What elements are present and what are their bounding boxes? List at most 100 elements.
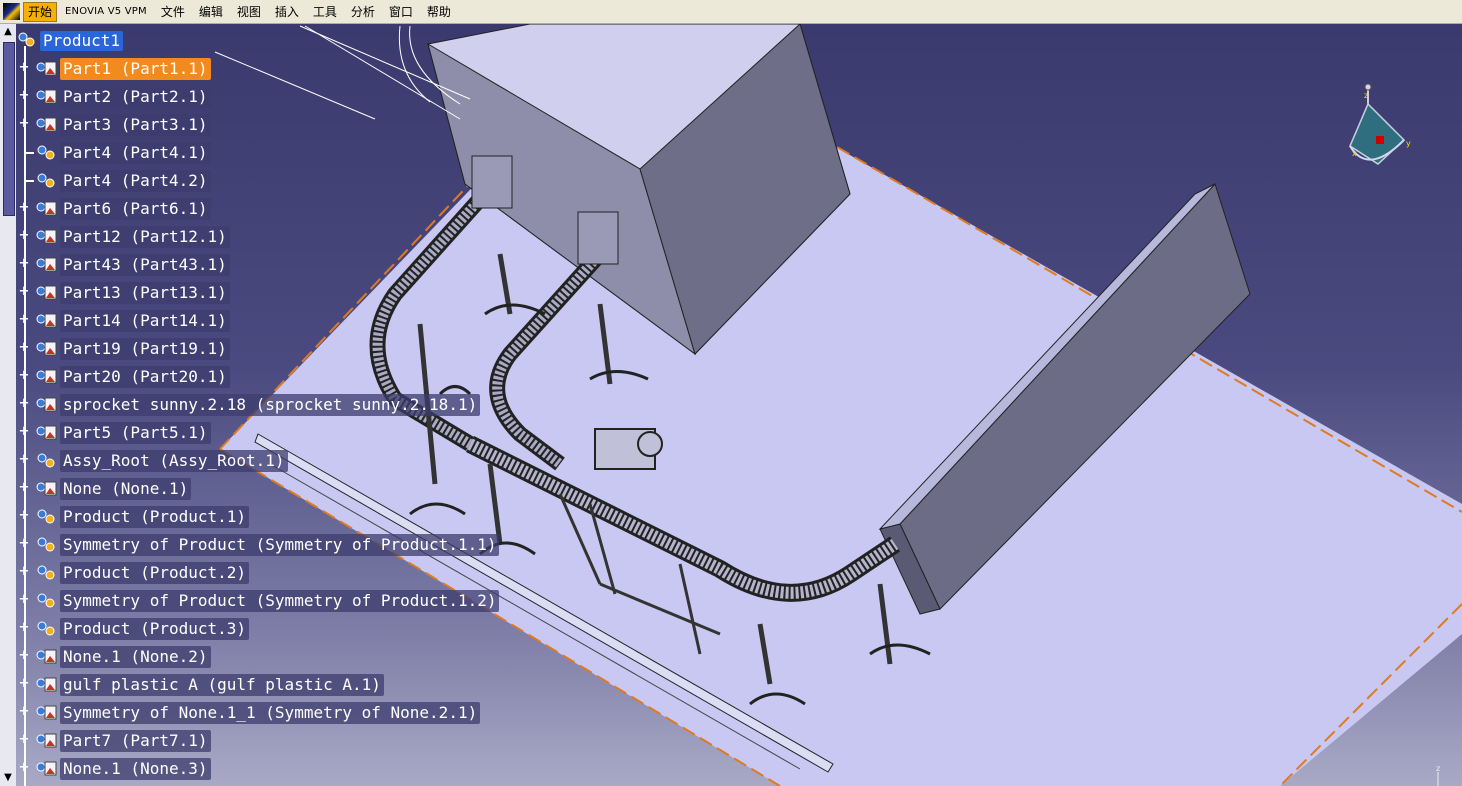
scroll-down-arrow-icon[interactable]: ▼ — [0, 772, 16, 786]
tree-root-label[interactable]: Product1 — [40, 31, 124, 51]
tree-node-label[interactable]: Product (Product.1) — [60, 506, 250, 528]
expand-plus-icon[interactable]: + — [18, 593, 30, 606]
expand-plus-icon[interactable]: + — [18, 117, 30, 130]
menu-window[interactable]: 窗口 — [383, 2, 419, 22]
tree-node-label[interactable]: None (None.1) — [60, 478, 192, 500]
tree-node-label[interactable]: Part12 (Part12.1) — [60, 226, 230, 248]
tree-node[interactable]: + Part43 (Part43.1) — [16, 253, 576, 277]
tree-node[interactable]: + Part19 (Part19.1) — [16, 337, 576, 361]
tree-node-label[interactable]: Part4 (Part4.2) — [60, 170, 211, 192]
expand-plus-icon[interactable]: + — [18, 397, 30, 410]
tree-node-label[interactable]: Part6 (Part6.1) — [60, 198, 211, 220]
tree-node[interactable]: + Product (Product.2) — [16, 561, 576, 585]
tree-node-label[interactable]: Part3 (Part3.1) — [60, 114, 211, 136]
catia-logo-icon[interactable] — [3, 3, 20, 20]
expand-plus-icon[interactable]: + — [18, 509, 30, 522]
tree-node-label[interactable]: Part1 (Part1.1) — [60, 58, 211, 80]
tree-node[interactable]: + Part7 (Part7.1) — [16, 729, 576, 753]
expand-plus-icon[interactable]: + — [18, 313, 30, 326]
menu-start[interactable]: 开始 — [23, 1, 58, 22]
menu-tools[interactable]: 工具 — [307, 2, 343, 22]
tree-node[interactable]: + Assy_Root (Assy_Root.1) — [16, 449, 576, 473]
expand-plus-icon[interactable]: + — [18, 61, 30, 74]
tree-node[interactable]: Part4 (Part4.1) — [16, 141, 576, 165]
menu-enovia[interactable]: ENOVIA V5 VPM — [59, 2, 153, 22]
part-icon — [36, 285, 57, 300]
expand-plus-icon[interactable]: + — [18, 229, 30, 242]
menu-help[interactable]: 帮助 — [421, 2, 457, 22]
expand-plus-icon[interactable]: + — [18, 201, 30, 214]
tree-node[interactable]: + Part6 (Part6.1) — [16, 197, 576, 221]
tree-node-label[interactable]: gulf plastic A (gulf plastic A.1) — [60, 674, 384, 696]
tree-node[interactable]: + gulf plastic A (gulf plastic A.1) — [16, 673, 576, 697]
expand-plus-icon[interactable]: + — [18, 733, 30, 746]
tree-node-label[interactable]: None.1 (None.3) — [60, 758, 211, 780]
tree-node-label[interactable]: Part20 (Part20.1) — [60, 366, 230, 388]
tree-node-label[interactable]: Symmetry of None.1_1 (Symmetry of None.2… — [60, 702, 481, 724]
tree-node-label[interactable]: Part19 (Part19.1) — [60, 338, 230, 360]
expand-plus-icon[interactable]: + — [18, 705, 30, 718]
tree-node[interactable]: + sprocket sunny.2.18 (sprocket sunny.2.1… — [16, 393, 576, 417]
menu-file[interactable]: 文件 — [155, 2, 191, 22]
tree-node[interactable]: + Part20 (Part20.1) — [16, 365, 576, 389]
tree-root[interactable]: Product1 — [16, 28, 576, 52]
tree-node[interactable]: + None (None.1) — [16, 477, 576, 501]
expand-plus-icon[interactable]: + — [18, 481, 30, 494]
expand-plus-icon[interactable]: + — [18, 425, 30, 438]
tree-node[interactable]: + Part13 (Part13.1) — [16, 281, 576, 305]
tree-node[interactable]: + Symmetry of None.1_1 (Symmetry of None.… — [16, 701, 576, 725]
tree-node-label[interactable]: Symmetry of Product (Symmetry of Product… — [60, 590, 500, 612]
expand-plus-icon[interactable]: + — [18, 761, 30, 774]
tree-node[interactable]: + None.1 (None.2) — [16, 645, 576, 669]
tree-node[interactable]: + Symmetry of Product (Symmetry of Produc… — [16, 533, 576, 557]
compass-x-label: x — [1352, 149, 1357, 158]
tree-node[interactable]: + Part5 (Part5.1) — [16, 421, 576, 445]
tree-node-label[interactable]: Part43 (Part43.1) — [60, 254, 230, 276]
expand-plus-icon[interactable]: + — [18, 537, 30, 550]
tree-node[interactable]: + Part14 (Part14.1) — [16, 309, 576, 333]
expand-plus-icon[interactable]: + — [18, 257, 30, 270]
tree-node-label[interactable]: Symmetry of Product (Symmetry of Product… — [60, 534, 500, 556]
tree-node-label[interactable]: Part2 (Part2.1) — [60, 86, 211, 108]
tree-node[interactable]: + Product (Product.3) — [16, 617, 576, 641]
expand-plus-icon[interactable]: + — [18, 341, 30, 354]
expand-plus-icon[interactable]: + — [18, 649, 30, 662]
expand-plus-icon[interactable]: + — [18, 369, 30, 382]
expand-plus-icon[interactable]: + — [18, 89, 30, 102]
scroll-thumb[interactable] — [3, 42, 15, 216]
tree-node-label[interactable]: Product (Product.2) — [60, 562, 250, 584]
compass-widget[interactable]: x y z — [1342, 84, 1416, 170]
menu-analyze[interactable]: 分析 — [345, 2, 381, 22]
tree-node-label[interactable]: Part4 (Part4.1) — [60, 142, 211, 164]
tree-node-label[interactable]: None.1 (None.2) — [60, 646, 211, 668]
expand-plus-icon[interactable]: + — [18, 285, 30, 298]
tree-node-label[interactable]: Assy_Root (Assy_Root.1) — [60, 450, 288, 472]
expand-plus-icon[interactable]: + — [18, 565, 30, 578]
tree-node-label[interactable]: sprocket sunny.2.18 (sprocket sunny.2.18… — [60, 394, 481, 416]
tree-node-label[interactable]: Product (Product.3) — [60, 618, 250, 640]
tree-node[interactable]: + None.1 (None.3) — [16, 757, 576, 781]
tree-node[interactable]: + Symmetry of Product (Symmetry of Produc… — [16, 589, 576, 613]
tree-node[interactable]: + Part1 (Part1.1) — [16, 57, 576, 81]
product-icon — [37, 621, 55, 636]
tree-node[interactable]: + Product (Product.1) — [16, 505, 576, 529]
tree-node-label[interactable]: Part5 (Part5.1) — [60, 422, 211, 444]
menu-insert[interactable]: 插入 — [269, 2, 305, 22]
tree-node-label[interactable]: Part7 (Part7.1) — [60, 730, 211, 752]
tree-node[interactable]: Part4 (Part4.2) — [16, 169, 576, 193]
expand-plus-icon[interactable]: + — [18, 677, 30, 690]
tree-node[interactable]: + Part3 (Part3.1) — [16, 113, 576, 137]
expand-plus-icon[interactable]: + — [18, 453, 30, 466]
part-icon — [36, 341, 57, 356]
tree-node[interactable]: + Part2 (Part2.1) — [16, 85, 576, 109]
menu-edit[interactable]: 编辑 — [193, 2, 229, 22]
tree-scrollbar[interactable]: ▲ ▼ — [0, 24, 16, 786]
part-icon — [36, 761, 57, 776]
scroll-up-arrow-icon[interactable]: ▲ — [0, 26, 16, 40]
menu-view[interactable]: 视图 — [231, 2, 267, 22]
tree-node[interactable]: + Part12 (Part12.1) — [16, 225, 576, 249]
tree-node-label[interactable]: Part14 (Part14.1) — [60, 310, 230, 332]
product-icon — [37, 537, 55, 552]
expand-plus-icon[interactable]: + — [18, 621, 30, 634]
tree-node-label[interactable]: Part13 (Part13.1) — [60, 282, 230, 304]
